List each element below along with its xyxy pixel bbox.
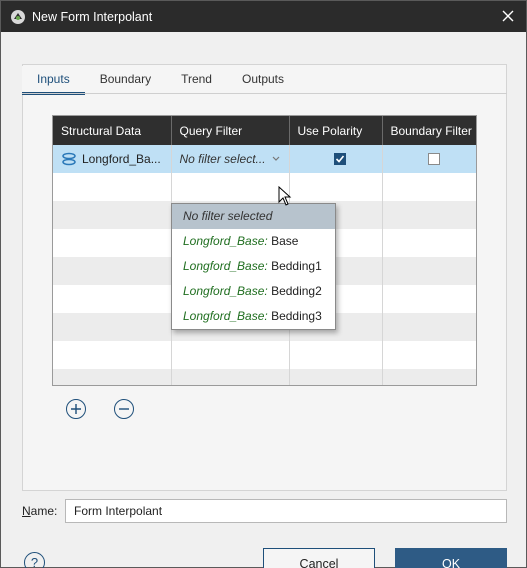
close-icon[interactable] [500,8,516,24]
dropdown-item-label: No filter selected [183,209,273,223]
use-polarity-checkbox[interactable] [333,153,346,165]
dropdown-item-label: Bedding2 [267,284,322,298]
window-title: New Form Interpolant [32,9,153,24]
dropdown-item-no-filter[interactable]: No filter selected [172,204,335,229]
column-header-query-filter[interactable]: Query Filter [171,116,290,145]
structural-data-icon [61,151,77,167]
dropdown-item-bedding2[interactable]: Longford_Base: Bedding2 [172,279,335,304]
cancel-label-rest: ancel [308,556,339,568]
title-bar: New Form Interpolant [1,1,526,32]
dropdown-item-label: Bedding1 [267,259,322,273]
tab-outputs[interactable]: Outputs [227,66,299,95]
name-input[interactable] [65,499,507,523]
use-polarity-cell [289,145,383,173]
query-filter-cell[interactable]: No filter select... [171,145,290,173]
column-header-boundary-filter[interactable]: Boundary Filter [382,116,476,145]
table-row-empty [53,369,476,385]
app-icon [10,9,26,25]
tab-bar: Inputs Boundary Trend Outputs [22,66,299,95]
tab-boundary[interactable]: Boundary [85,66,166,95]
name-label: Name: [22,504,57,518]
dropdown-item-prefix: Longford_Base: [183,234,268,248]
add-icon[interactable] [66,399,86,419]
ok-mnemonic: O [441,556,452,568]
remove-icon[interactable] [114,399,134,419]
dropdown-item-prefix: Longford_Base: [183,259,268,273]
dropdown-item-prefix: Longford_Base: [183,309,268,323]
ok-button[interactable]: OK [395,548,507,568]
dialog-body: Inputs Boundary Trend Outputs Structural… [1,32,526,568]
chevron-down-icon[interactable] [272,156,280,162]
structural-data-cell[interactable]: Longford_Ba... [53,145,172,173]
dialog-window: New Form Interpolant Inputs Boundary Tre… [0,0,527,568]
table-row-empty [53,173,476,201]
ok-label-rest: K [451,556,461,568]
dropdown-item-label: Base [267,234,299,248]
query-filter-value: No filter select... [179,152,266,166]
structural-data-name: Longford_Ba... [82,152,161,166]
boundary-filter-cell [382,145,476,173]
table-row[interactable]: Longford_Ba... No filter select... [53,145,476,173]
tab-inputs[interactable]: Inputs [22,66,85,95]
tab-trend[interactable]: Trend [166,66,227,95]
dropdown-item-bedding3[interactable]: Longford_Base: Bedding3 [172,304,335,329]
dropdown-item-bedding1[interactable]: Longford_Base: Bedding1 [172,254,335,279]
column-header-structural-data[interactable]: Structural Data [53,116,172,145]
tab-divider [22,93,507,94]
table-row-empty [53,341,476,369]
help-icon[interactable]: ? [24,552,45,568]
mouse-pointer-icon [278,186,292,206]
query-filter-dropdown: No filter selected Longford_Base: Base L… [171,203,336,330]
dropdown-item-label: Bedding3 [267,309,322,323]
cancel-mnemonic: C [299,556,309,568]
name-label-rest: ame: [30,504,58,518]
boundary-filter-checkbox[interactable] [427,153,440,165]
name-label-mnemonic: N [22,504,31,518]
dropdown-item-prefix: Longford_Base: [183,284,268,298]
cancel-button[interactable]: Cancel [263,548,375,568]
dropdown-item-base[interactable]: Longford_Base: Base [172,229,335,254]
column-header-use-polarity[interactable]: Use Polarity [289,116,383,145]
